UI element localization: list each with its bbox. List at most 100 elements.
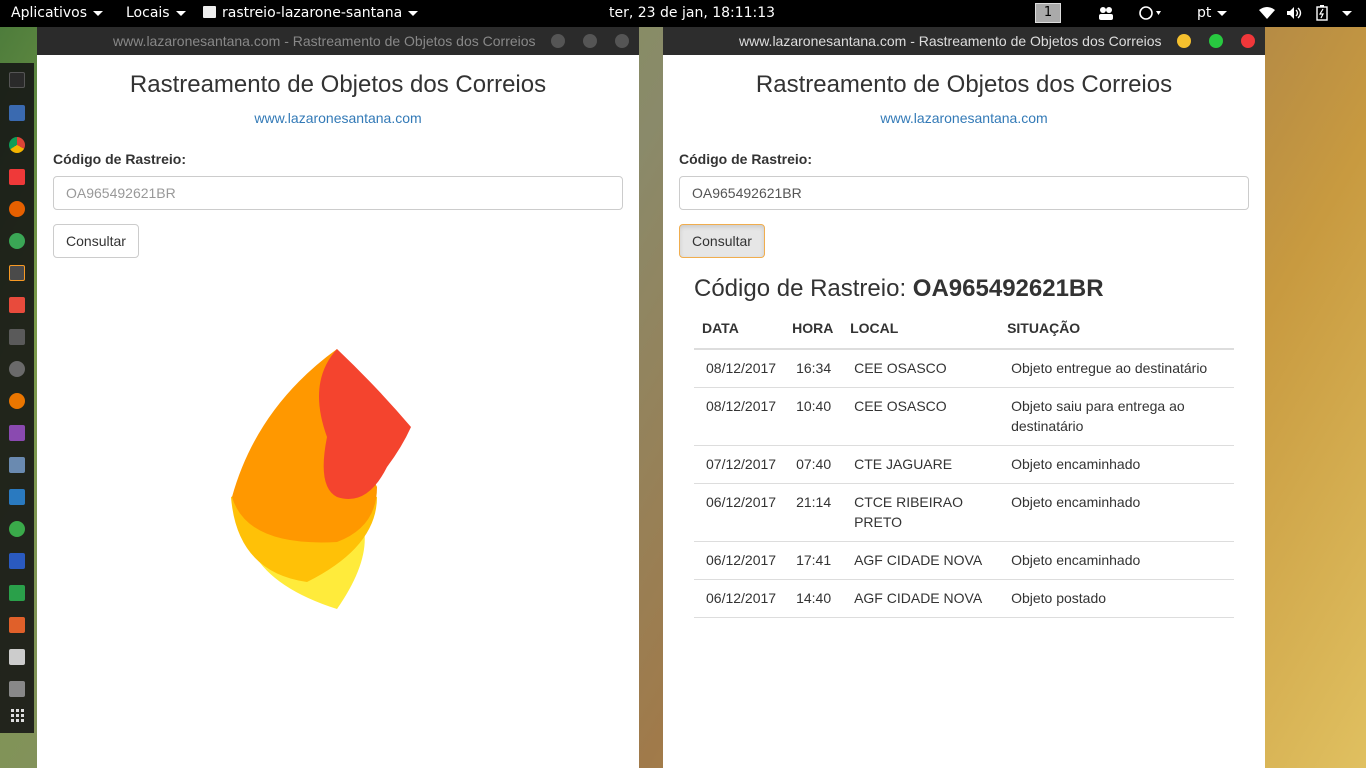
minimize-button[interactable] [1177,34,1191,48]
screenshot-icon[interactable] [9,457,25,473]
chrome-icon[interactable] [9,137,25,153]
cell-date: 08/12/2017 [694,387,785,446]
table-row: 06/12/2017 17:41 AGF CIDADE NOVA Objeto … [694,541,1234,580]
blender-icon[interactable] [9,393,25,409]
notes-icon[interactable] [9,649,25,665]
consult-button[interactable]: Consultar [679,224,765,258]
cell-time: 17:41 [784,541,843,580]
system-menu[interactable] [1336,5,1352,21]
cell-time: 21:14 [784,483,843,542]
wifi-icon[interactable] [1259,6,1275,24]
monitor-icon[interactable] [9,489,25,505]
cell-time: 10:40 [784,387,843,446]
column-header: SITUAÇÃO [999,310,1234,350]
impress-icon[interactable] [9,617,25,633]
calc-icon[interactable] [9,585,25,601]
cell-time: 07:40 [784,445,843,484]
chevron-down-icon [93,10,104,16]
tracking-code-label: Código de Rastreio: [679,151,813,167]
status-circle-icon[interactable] [1139,6,1167,24]
cell-location: CTCE RIBEIRAO PRETO [842,483,1000,542]
cell-status: Objeto entregue ao destinatário [999,349,1234,388]
cell-status: Objeto encaminhado [999,541,1234,580]
minimize-button[interactable] [551,34,565,48]
cell-status: Objeto encaminhado [999,445,1234,484]
window-content: Rastreamento de Objetos dos Correios www… [37,55,639,768]
cell-location: CEE OSASCO [842,349,1000,388]
table-row: 07/12/2017 07:40 CTE JAGUARE Objeto enca… [694,445,1234,484]
cell-date: 06/12/2017 [694,579,785,618]
site-link[interactable]: www.lazaronesantana.com [663,110,1265,126]
cell-date: 06/12/2017 [694,541,785,580]
cell-location: AGF CIDADE NOVA [842,541,1000,580]
vivaldi-icon[interactable] [9,169,25,185]
cell-date: 06/12/2017 [694,483,785,542]
files-icon[interactable] [9,681,25,697]
clock[interactable]: ter, 23 de jan, 18:11:13 [609,5,775,21]
chevron-down-icon [1342,10,1352,16]
money-icon[interactable] [9,521,25,537]
firefox-icon[interactable] [9,201,25,217]
writer-icon[interactable] [9,553,25,569]
result-heading: Código de Rastreio: OA965492621BR [694,275,1104,302]
tracking-table: DATA HORA LOCAL SITUAÇÃO 08/12/2017 16:3… [694,310,1234,618]
close-button[interactable] [1241,34,1255,48]
column-header: HORA [784,310,843,350]
cell-time: 14:40 [784,579,843,618]
cell-time: 16:34 [784,349,843,388]
video-icon[interactable] [9,425,25,441]
apps-grid-icon[interactable] [9,707,25,723]
battery-icon[interactable] [1316,5,1328,25]
cell-status: Objeto encaminhado [999,483,1234,542]
sublime-icon[interactable] [9,265,25,281]
text-editor-icon[interactable] [9,105,25,121]
note-icon [203,6,216,18]
table-row: 08/12/2017 16:34 CEE OSASCO Objeto entre… [694,349,1234,388]
chevron-down-icon [408,10,419,16]
loading-flame-icon [231,349,411,609]
tracking-code-input[interactable]: OA965492621BR [679,176,1249,210]
applications-menu[interactable]: Aplicativos [11,5,104,21]
settings-icon[interactable] [9,361,25,377]
window-titlebar[interactable]: www.lazaronesantana.com - Rastreamento d… [37,27,639,55]
maximize-button[interactable] [583,34,597,48]
cell-date: 07/12/2017 [694,445,785,484]
window-content: Rastreamento de Objetos dos Correios www… [663,55,1265,768]
active-app-menu[interactable]: rastreio-lazarone-santana [203,5,419,21]
tracking-code-input[interactable]: OA965492621BR [53,176,623,210]
people-icon[interactable] [1098,6,1114,24]
right-window: www.lazaronesantana.com - Rastreamento d… [663,27,1265,768]
table-header-row: DATA HORA LOCAL SITUAÇÃO [694,310,1234,350]
page-title: Rastreamento de Objetos dos Correios [129,71,547,98]
volume-icon[interactable] [1286,6,1302,24]
window-title: www.lazaronesantana.com - Rastreamento d… [739,33,1162,49]
tracking-code-label: Código de Rastreio: [53,151,187,167]
draw-icon[interactable] [9,297,25,313]
workspace-indicator[interactable]: 1 [1035,3,1061,23]
cell-date: 08/12/2017 [694,349,785,388]
window-titlebar[interactable]: www.lazaronesantana.com - Rastreamento d… [663,27,1265,55]
web-icon[interactable] [9,233,25,249]
gimp-icon[interactable] [9,329,25,345]
chevron-down-icon [1217,10,1228,16]
cell-location: CEE OSASCO [842,387,1000,446]
maximize-button[interactable] [1209,34,1223,48]
column-header: DATA [694,310,785,350]
column-header: LOCAL [842,310,1000,350]
terminal-icon[interactable] [9,72,25,88]
dock [0,63,34,733]
cell-location: AGF CIDADE NOVA [842,579,1000,618]
page-title: Rastreamento de Objetos dos Correios [755,71,1173,98]
places-menu[interactable]: Locais [126,5,186,21]
site-link[interactable]: www.lazaronesantana.com [37,110,639,126]
table-row: 06/12/2017 21:14 CTCE RIBEIRAO PRETO Obj… [694,483,1234,542]
left-window: www.lazaronesantana.com - Rastreamento d… [37,27,639,768]
chevron-down-icon [175,10,186,16]
cell-status: Objeto saiu para entrega ao destinatário [999,387,1234,446]
top-panel: Aplicativos Locais rastreio-lazarone-san… [0,0,1366,27]
cell-location: CTE JAGUARE [842,445,1000,484]
language-selector[interactable]: pt [1197,5,1228,21]
table-row: 08/12/2017 10:40 CEE OSASCO Objeto saiu … [694,387,1234,446]
consult-button[interactable]: Consultar [53,224,139,258]
close-button[interactable] [615,34,629,48]
